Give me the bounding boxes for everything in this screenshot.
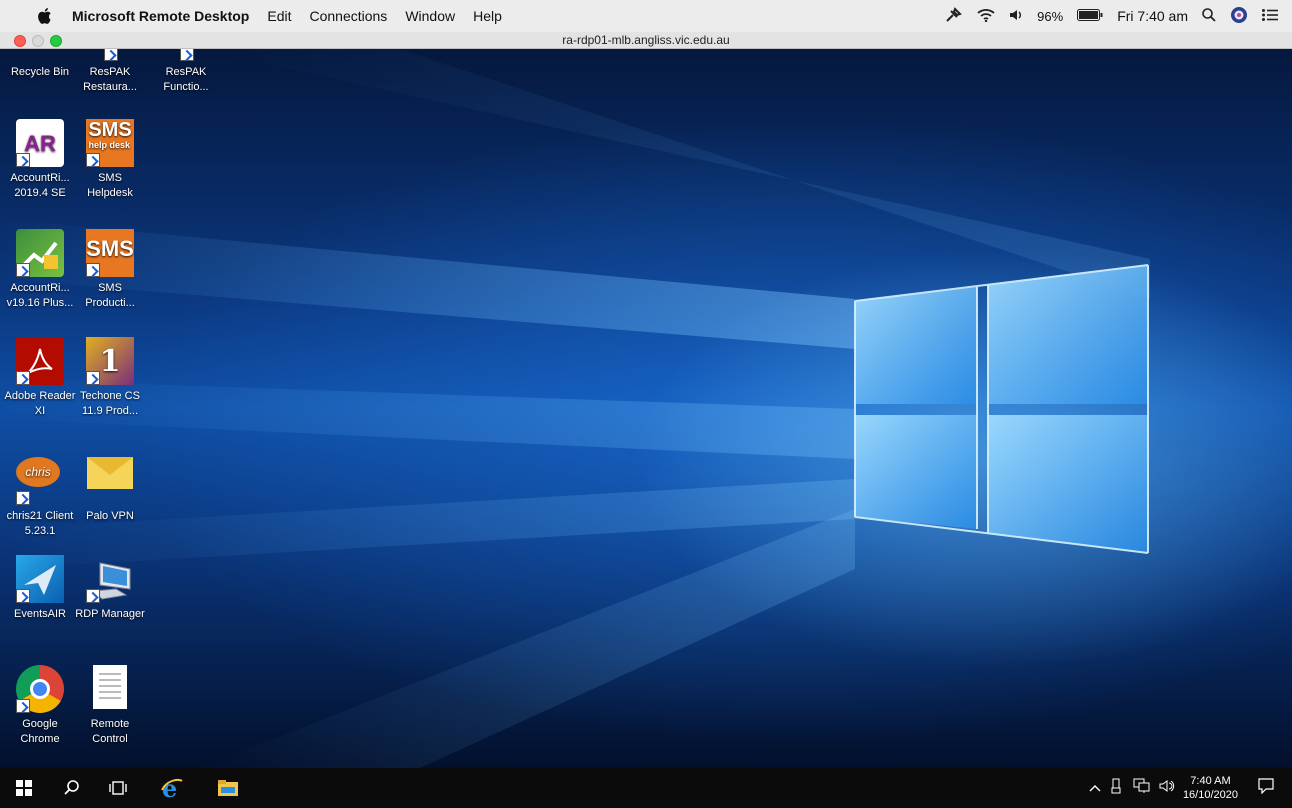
- windows-wallpaper: [0, 49, 1150, 768]
- shortcut-arrow-icon: [16, 263, 30, 277]
- respak-icon: [162, 49, 210, 61]
- desktop-icon-remote-control[interactable]: Remote Control: [72, 665, 148, 747]
- desktop-icon-chris21[interactable]: chris chris21 Client 5.23.1: [2, 447, 78, 539]
- shortcut-arrow-icon: [16, 699, 30, 713]
- desktop-icon-accountright-2019[interactable]: AR AccountRi... 2019.4 SE: [2, 119, 78, 201]
- window-title-bar[interactable]: ra-rdp01-mlb.angliss.vic.edu.au: [0, 32, 1292, 49]
- taskbar-date: 16/10/2020: [1182, 789, 1238, 801]
- chris21-icon: chris: [16, 457, 64, 505]
- desktop-icon-palo-vpn[interactable]: Palo VPN: [72, 447, 148, 524]
- show-hidden-icons-chevron-icon[interactable]: [1089, 779, 1101, 797]
- apple-menu-icon[interactable]: [36, 7, 54, 25]
- menu-edit[interactable]: Edit: [267, 8, 291, 24]
- spotlight-search-icon[interactable]: [1202, 7, 1216, 25]
- menu-connections[interactable]: Connections: [309, 8, 387, 24]
- shortcut-arrow-icon: [16, 153, 30, 167]
- taskbar-time: 7:40 AM: [1190, 775, 1231, 787]
- menu-help[interactable]: Help: [473, 8, 502, 24]
- desktop-icon-sms-production[interactable]: SMS SMS Producti...: [72, 229, 148, 311]
- menubar-clock[interactable]: Fri 7:40 am: [1117, 8, 1188, 24]
- task-view-icon[interactable]: [106, 776, 130, 800]
- mac-menu-bar: Microsoft Remote Desktop Edit Connection…: [0, 0, 1292, 32]
- remote-desktop[interactable]: Recycle Bin AR AccountRi... 2019.4 SE Ac…: [0, 49, 1292, 768]
- rdp-manager-icon: [86, 555, 134, 603]
- taskbar-clock[interactable]: 7:40 AM 16/10/2020: [1183, 774, 1238, 802]
- desktop-icon-accountright-plus[interactable]: AccountRi... v19.16 Plus...: [2, 229, 78, 311]
- desktop-icon-google-chrome[interactable]: Google Chrome: [2, 665, 78, 747]
- battery-icon[interactable]: [1077, 8, 1103, 24]
- battery-percentage: 96%: [1037, 8, 1064, 24]
- shortcut-arrow-icon: [86, 263, 100, 277]
- techone-icon: 1: [86, 337, 134, 385]
- internet-explorer-icon[interactable]: e: [160, 776, 184, 800]
- shortcut-arrow-icon: [16, 589, 30, 603]
- shortcut-arrow-icon: [86, 371, 100, 385]
- usb-device-icon[interactable]: [1111, 778, 1123, 799]
- accountright-plus-icon: [16, 229, 64, 277]
- eventsair-icon: [16, 555, 64, 603]
- menu-window[interactable]: Window: [405, 8, 455, 24]
- volume-icon[interactable]: [1009, 8, 1023, 24]
- sms-helpdesk-icon: SMS help desk: [86, 119, 134, 167]
- desktop-icon-eventsair[interactable]: EventsAIR: [2, 555, 78, 622]
- fullscreen-window-button[interactable]: [50, 35, 62, 47]
- volume-icon[interactable]: [1159, 779, 1177, 798]
- action-center-icon[interactable]: [1258, 777, 1274, 799]
- status-tool-icon[interactable]: [945, 6, 963, 26]
- shortcut-arrow-icon: [86, 153, 100, 167]
- file-explorer-icon[interactable]: [216, 776, 240, 800]
- desktop-icon-recycle-bin[interactable]: Recycle Bin: [2, 49, 78, 80]
- desktop-icon-adobe-reader[interactable]: Adobe Reader XI: [2, 337, 78, 419]
- notification-center-icon[interactable]: [1262, 8, 1278, 24]
- desktop-icon-respak-function[interactable]: ResPAK Functio...: [148, 49, 224, 95]
- respak-icon: [86, 49, 134, 61]
- shortcut-arrow-icon: [104, 49, 118, 61]
- windows-taskbar: e 7:40 AM 16/10/2020: [0, 768, 1292, 808]
- accountright-icon: AR: [16, 119, 64, 167]
- system-tray: 7:40 AM 16/10/2020: [1089, 768, 1292, 808]
- shortcut-arrow-icon: [16, 371, 30, 385]
- close-window-button[interactable]: [14, 35, 26, 47]
- minimize-window-button[interactable]: [32, 35, 44, 47]
- adobe-reader-icon: [16, 337, 64, 385]
- desktop-icon-sms-helpdesk[interactable]: SMS help desk SMS Helpdesk: [72, 119, 148, 201]
- windows-start-icon[interactable]: [12, 776, 36, 800]
- wifi-icon[interactable]: [977, 8, 995, 25]
- shortcut-arrow-icon: [180, 49, 194, 61]
- shortcut-arrow-icon: [16, 491, 30, 505]
- desktop-icon-techone[interactable]: 1 Techone CS 11.9 Prod...: [72, 337, 148, 419]
- recycle-bin-icon: [16, 49, 64, 61]
- sms-production-icon: SMS: [86, 229, 134, 277]
- chrome-icon: [16, 665, 64, 713]
- siri-icon[interactable]: [1230, 6, 1248, 27]
- document-icon: [86, 665, 134, 713]
- network-icon[interactable]: [1133, 778, 1151, 799]
- shortcut-arrow-icon: [86, 589, 100, 603]
- palo-vpn-icon: [86, 457, 134, 505]
- app-menu[interactable]: Microsoft Remote Desktop: [72, 8, 249, 24]
- desktop-icon-respak-restaurant[interactable]: ResPAK Restaura...: [72, 49, 148, 95]
- desktop-icon-rdp-manager[interactable]: RDP Manager: [72, 555, 148, 622]
- search-icon[interactable]: [60, 776, 84, 800]
- window-title: ra-rdp01-mlb.angliss.vic.edu.au: [562, 33, 730, 47]
